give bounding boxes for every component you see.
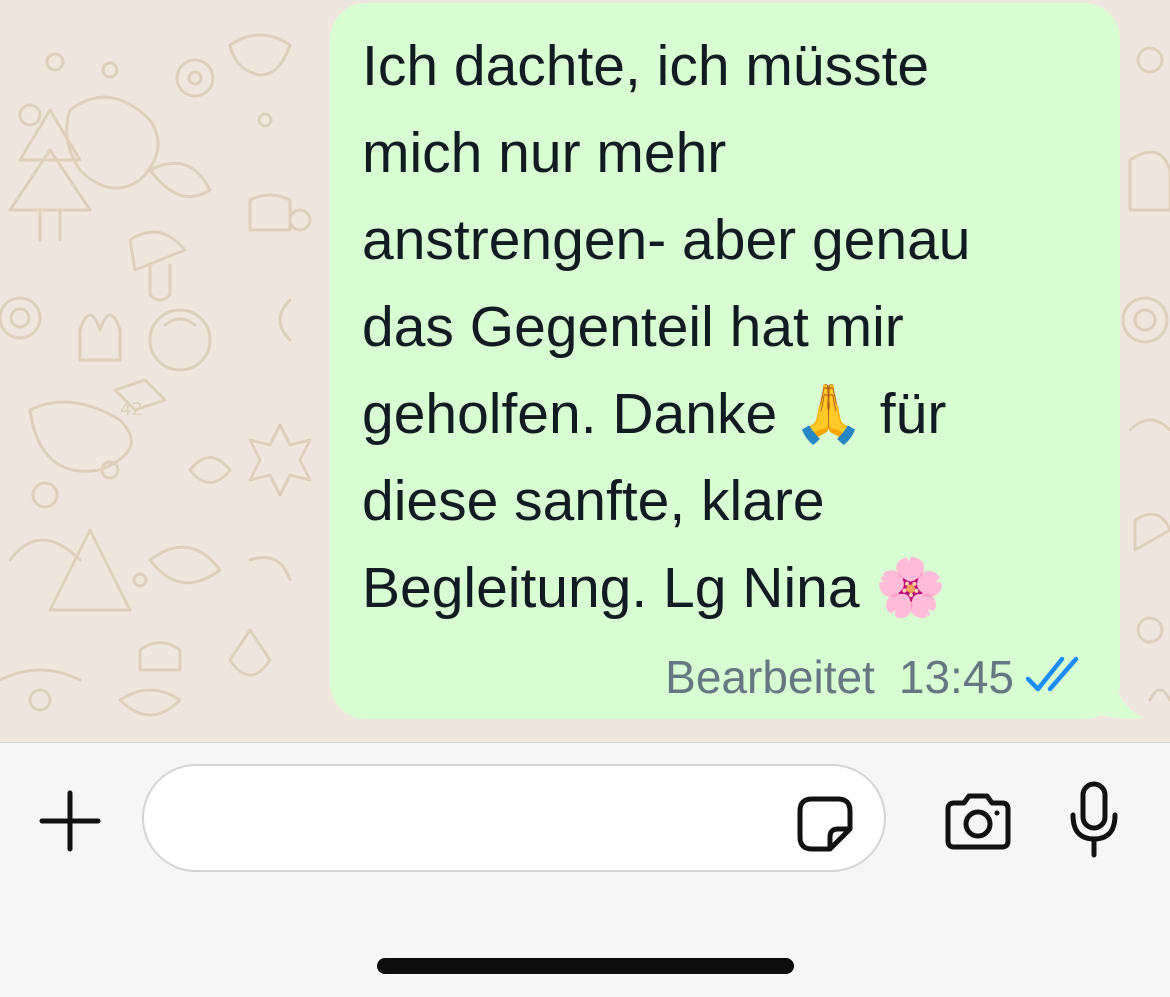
outgoing-message-bubble[interactable]: Ich dachte, ich müsste mich nur mehr ans… — [330, 3, 1120, 719]
message-meta: Bearbeitet 13:45 — [665, 647, 1090, 707]
message-time: 13:45 — [898, 651, 1014, 703]
message-input[interactable] — [142, 764, 886, 872]
sticker-icon[interactable] — [796, 795, 854, 853]
plus-icon[interactable] — [38, 789, 102, 853]
camera-icon[interactable] — [942, 791, 1014, 851]
edited-label: Bearbeitet — [665, 651, 875, 703]
double-check-read-icon — [1024, 650, 1090, 704]
message-text: Ich dachte, ich müsste mich nur mehr ans… — [362, 34, 971, 620]
microphone-icon[interactable] — [1068, 781, 1120, 859]
svg-text:42: 42 — [120, 399, 143, 420]
chat-area: 42 Ich dachte, ich müsste mich nur mehr … — [0, 0, 1170, 742]
home-indicator[interactable] — [377, 958, 794, 974]
